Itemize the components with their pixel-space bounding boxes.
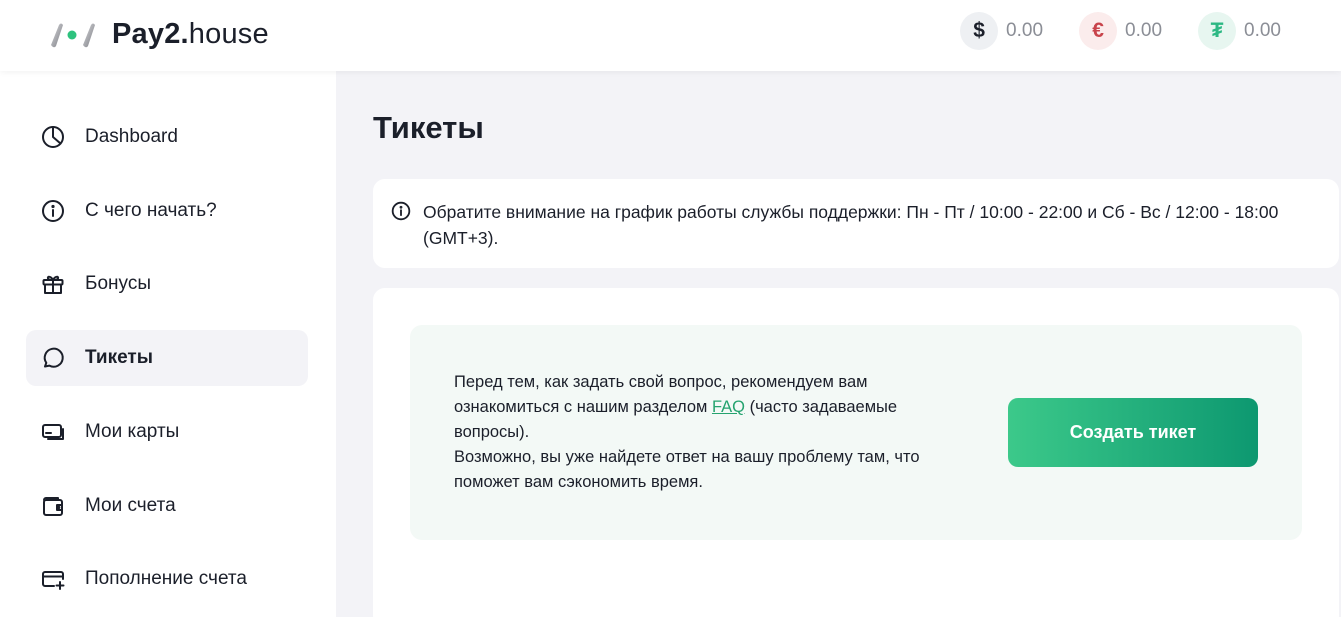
logo-mark-icon bbox=[51, 23, 95, 48]
faq-hint-panel: Перед тем, как задать свой вопрос, реком… bbox=[410, 325, 1302, 540]
balance-usdt-value: 0.00 bbox=[1244, 20, 1281, 41]
sidebar-item-label: Пополнение счета bbox=[85, 568, 247, 589]
dollar-icon: $ bbox=[960, 12, 999, 50]
sidebar-item-getting-started[interactable]: С чего начать? bbox=[26, 183, 308, 239]
logo-text-bold: Pay2. bbox=[112, 17, 189, 50]
sidebar-item-label: Dashboard bbox=[85, 126, 178, 147]
create-ticket-button[interactable]: Создать тикет bbox=[1008, 398, 1258, 467]
tether-icon: ₮ bbox=[1198, 12, 1237, 50]
notice-text: Обратите внимание на график работы служб… bbox=[423, 202, 1279, 248]
logo-text-light: house bbox=[188, 17, 269, 50]
add-card-icon bbox=[40, 566, 66, 592]
faq-hint-text: Перед тем, как задать свой вопрос, реком… bbox=[454, 370, 954, 495]
faq-hint-text-second: Возможно, вы уже найдете ответ на вашу п… bbox=[454, 448, 920, 491]
info-icon bbox=[391, 201, 411, 226]
sidebar-item-label: Бонусы bbox=[85, 273, 151, 294]
gift-icon bbox=[40, 271, 66, 297]
sidebar-item-label: Тикеты bbox=[85, 347, 153, 368]
sidebar-item-bonuses[interactable]: Бонусы bbox=[26, 256, 308, 312]
sidebar-item-label: С чего начать? bbox=[85, 200, 217, 221]
sidebar-item-top-up[interactable]: Пополнение счета bbox=[26, 551, 308, 607]
balance-eur[interactable]: € 0.00 bbox=[1079, 12, 1162, 50]
support-hours-notice: Обратите внимание на график работы служб… bbox=[373, 179, 1339, 268]
sidebar: Dashboard С чего начать? Бонусы Тикеты М… bbox=[0, 71, 336, 617]
sidebar-item-label: Мои счета bbox=[85, 495, 176, 516]
balance-usd[interactable]: $ 0.00 bbox=[960, 12, 1043, 50]
sidebar-item-tickets[interactable]: Тикеты bbox=[26, 330, 308, 386]
sidebar-item-label: Мои карты bbox=[85, 421, 180, 442]
pie-chart-icon bbox=[40, 124, 66, 150]
logo-text: Pay2.house bbox=[112, 18, 269, 51]
logo[interactable]: Pay2.house bbox=[48, 14, 269, 54]
sidebar-item-dashboard[interactable]: Dashboard bbox=[26, 109, 308, 165]
balance-usd-value: 0.00 bbox=[1006, 20, 1044, 41]
chat-bubble-icon bbox=[40, 345, 66, 371]
top-header: Pay2.house $ 0.00 € 0.00 ₮ 0.00 bbox=[0, 0, 1341, 71]
info-icon bbox=[40, 198, 66, 224]
tickets-card: Перед тем, как задать свой вопрос, реком… bbox=[373, 288, 1339, 617]
page-title: Тикеты bbox=[373, 110, 484, 145]
faq-link[interactable]: FAQ bbox=[712, 398, 745, 416]
sidebar-item-my-accounts[interactable]: Мои счета bbox=[26, 478, 308, 534]
euro-icon: € bbox=[1079, 12, 1118, 50]
balance-usdt[interactable]: ₮ 0.00 bbox=[1198, 12, 1281, 50]
sidebar-item-my-cards[interactable]: Мои карты bbox=[26, 404, 308, 460]
balance-eur-value: 0.00 bbox=[1125, 20, 1163, 41]
wallet-icon bbox=[40, 493, 66, 519]
balances: $ 0.00 € 0.00 ₮ 0.00 bbox=[924, 12, 1281, 50]
cards-icon bbox=[40, 419, 66, 445]
